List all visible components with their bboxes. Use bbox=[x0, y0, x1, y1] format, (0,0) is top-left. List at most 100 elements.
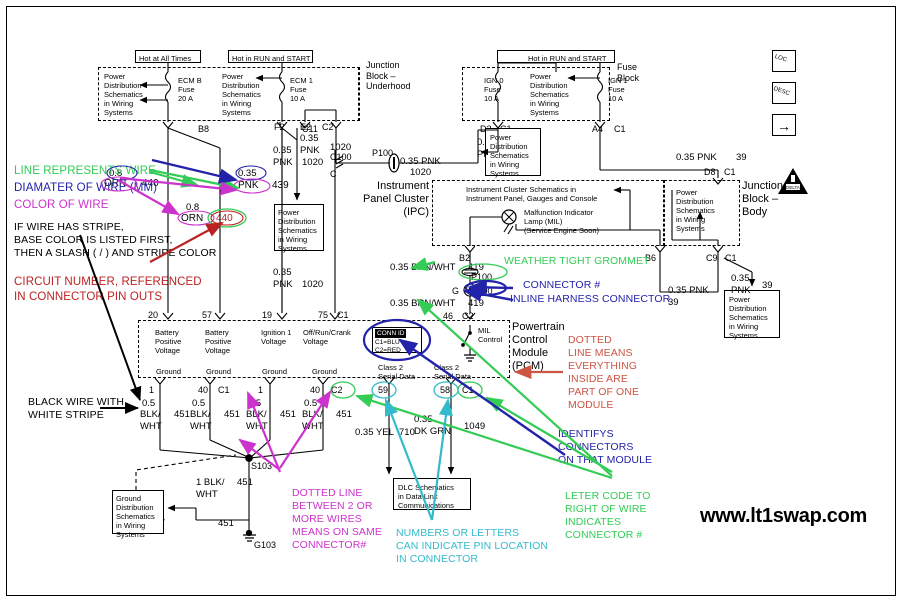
gnd-wire-circuit-3: 451 bbox=[280, 409, 296, 420]
pcm-ground-3: Ground bbox=[262, 367, 288, 376]
connector-g-letter: G bbox=[452, 286, 460, 296]
pd-box-6-text: Power Distribution Schematics in Wiring … bbox=[729, 295, 768, 340]
dlc-schematics-text: DLC Schematics in Data Link Communicatio… bbox=[398, 483, 454, 510]
pin-59: 59 bbox=[378, 385, 389, 395]
annotation-circuit-number: CIRCUIT NUMBER, REFERENCED IN CONNECTOR … bbox=[14, 276, 202, 303]
loc-icon[interactable]: LOC bbox=[772, 50, 796, 72]
annotation-stripe-note: IF WIRE HAS STRIPE, BASE COLOR IS LISTED… bbox=[14, 221, 217, 259]
pin-c1-75: C1 bbox=[337, 310, 349, 320]
hot-in-run-start-right-box: Hot in RUN and START bbox=[497, 50, 615, 63]
connector-p100-top: P100 bbox=[372, 148, 394, 158]
ecm-b-fuse-label: ECM B Fuse 20 A bbox=[178, 76, 202, 103]
pin-f2: F2 bbox=[274, 122, 285, 132]
pin-57: 57 bbox=[202, 310, 213, 320]
wire-circuit-451-gnd: 451 bbox=[218, 518, 234, 529]
gnd-pin-c1: C1 bbox=[218, 385, 230, 395]
arrow-right-icon[interactable]: → bbox=[772, 114, 796, 136]
connector-c100: C100 bbox=[471, 286, 493, 296]
ipc-label: Instrument Panel Cluster (IPC) bbox=[362, 180, 429, 218]
annotation-line-represents-wire: LINE REPRESENTS WIRE bbox=[14, 165, 156, 177]
gnd-pin-c2: C2 bbox=[331, 385, 343, 395]
pin-d8: D8 bbox=[704, 167, 716, 177]
jb-underhood-right-edge bbox=[358, 67, 359, 121]
pin-c9: C9 bbox=[706, 253, 718, 263]
pin-20: 20 bbox=[148, 310, 159, 320]
pd-box-4: Power Distribution Schematics in Wiring … bbox=[274, 204, 324, 253]
pd-box-1-text: Power Distribution Schematics in Wiring … bbox=[104, 72, 143, 117]
pcm-off-run-crank-voltage: Off/Run/Crank Voltage bbox=[303, 328, 351, 346]
annotation-color-of-wire: COLOR OF WIRE bbox=[14, 199, 109, 211]
wire-circuit-419-c2: 419 bbox=[468, 298, 484, 309]
wire-035-pnk-39-b6: 0.35 PNK bbox=[668, 285, 709, 296]
wire-circuit-39-c9: 39 bbox=[762, 280, 773, 291]
annotation-diameter-of-wire: DIAMATER OF WIRE (MM) bbox=[14, 182, 158, 194]
pin-58: 58 bbox=[440, 385, 451, 395]
wire-brnwht-419-c2: 0.35 BRN/WHT bbox=[390, 298, 456, 309]
loc-icon-label: LOC bbox=[773, 53, 788, 64]
pd-box-5-text: Power Distribution Schematics in Wiring … bbox=[490, 133, 529, 178]
desc-icon[interactable]: DESC bbox=[772, 82, 796, 104]
pcm-class2-serial-data-a: Class 2 Serial Data bbox=[378, 363, 416, 381]
conn-id-title: CONN ID bbox=[375, 329, 407, 338]
pin-c1-c9: C1 bbox=[725, 253, 737, 263]
wire-circuit-439: 439 bbox=[272, 180, 289, 191]
pin-c2-top: C2 bbox=[322, 122, 334, 132]
gnd-wire-circuit-1: 451 bbox=[174, 409, 190, 420]
junction-block-body-label: Junction Block – Body bbox=[742, 180, 783, 218]
pcm-mil-control: MIL Control bbox=[478, 326, 503, 344]
gnd-wire-circuit-2: 451 bbox=[224, 409, 240, 420]
gnd-pin-40b: 40 bbox=[310, 385, 321, 395]
connector-p100: P100 bbox=[471, 272, 493, 282]
pcm-ignition-1-voltage: Ignition 1 Voltage bbox=[261, 328, 292, 346]
gnd-wire-color-2: BLK/ WHT bbox=[190, 409, 212, 432]
pd-box-3-text: Power Distribution Schematics in Wiring … bbox=[530, 72, 569, 117]
hot-in-run-start-left-box: Hot in RUN and START bbox=[228, 50, 313, 63]
wiring-diagram-page: Hot at All Times Hot in RUN and START Ho… bbox=[0, 0, 900, 600]
pd-box-7-text: Power Distribution Schematics in Wiring … bbox=[676, 188, 715, 233]
hot-at-all-times-label: Hot at All Times bbox=[139, 53, 192, 63]
gnd-wire-circuit-4: 451 bbox=[336, 409, 352, 420]
pcm-ground-1: Ground bbox=[156, 367, 182, 376]
mil-lamp-label: Malfunction Indicator Lamp (MIL) (Servic… bbox=[524, 208, 600, 235]
ipc-ref-text: Instrument Cluster Schematics in Instrum… bbox=[466, 185, 598, 203]
wire-1-blkwht-451-s103: 1 BLK/ WHT bbox=[196, 477, 225, 500]
wire-circuit-1049: 1049 bbox=[464, 421, 486, 432]
conn-id-box: CONN ID C1=BLU C2=RED bbox=[372, 327, 422, 354]
annotation-identifys-connectors: IDENTIFYS CONNECTORS ON THAT MODULE bbox=[558, 428, 653, 466]
gnd-wire-color-3: BLK/ WHT bbox=[246, 409, 268, 432]
ground-distribution-box: Ground Distribution Schematics in Wiring… bbox=[112, 490, 164, 539]
dlc-schematics-box: DLC Schematics in Data Link Communicatio… bbox=[393, 478, 471, 510]
gnd-pin-40a: 40 bbox=[198, 385, 209, 395]
annotation-connector-number: CONNECTOR # bbox=[523, 279, 601, 291]
ign-1-fuse-label: IGN 1 Fuse 10 A bbox=[608, 76, 628, 103]
gnd-pin-1: 1 bbox=[149, 385, 155, 395]
wire-brnwht-419-b2: 0.35 BRN/WHT bbox=[390, 262, 456, 273]
pin-b8: B8 bbox=[198, 124, 210, 134]
wire-035-pnk-39-c9: 0.35 PNK bbox=[731, 273, 751, 296]
annotation-black-white-stripe: BLACK WIRE WITH WHITE STRIPE bbox=[28, 396, 125, 421]
conn-id-c2-red: C2=RED bbox=[375, 347, 401, 354]
connector-c-letter: C bbox=[330, 169, 337, 179]
wire-color-pnk-e2: PNK bbox=[300, 145, 320, 156]
pcm-ground-4: Ground bbox=[312, 367, 338, 376]
wire-035-dkgrn: 0.35 DK GRN bbox=[414, 414, 451, 437]
wire-circuit-39-a4: 39 bbox=[736, 152, 747, 163]
wire-circuit-440-b: 440 bbox=[216, 213, 233, 224]
pcm-batt-positive-1: Battery Positive Voltage bbox=[155, 328, 182, 355]
wire-gauge-035-pnk-439: 0.35 bbox=[238, 168, 257, 179]
pcm-class2-serial-data-b: Class 2 Serial Data bbox=[434, 363, 472, 381]
wire-color-pnk-bot: PNK bbox=[273, 279, 293, 290]
wire-circuit-710: 710 bbox=[399, 427, 415, 438]
junction-block-underhood-label: Junction Block – Underhood bbox=[366, 60, 411, 91]
watermark-url: www.lt1swap.com bbox=[700, 505, 868, 527]
wire-035-yel: 0.35 YEL bbox=[355, 427, 394, 438]
pcm-ground-2: Ground bbox=[206, 367, 232, 376]
ground-g103-label: G103 bbox=[254, 540, 277, 550]
pin-a4: A4 bbox=[592, 124, 604, 134]
gnd-wire-color-4: BLK/ WHT bbox=[302, 409, 324, 432]
pin-c1-58: C1 bbox=[462, 385, 474, 395]
annotation-letter-code: LETER CODE TO RIGHT OF WIRE INDICATES CO… bbox=[565, 490, 651, 541]
ign-0-fuse-label: IGN 0 Fuse 10 A bbox=[484, 76, 504, 103]
pd-box-4-text: Power Distribution Schematics in Wiring … bbox=[278, 208, 317, 253]
wire-color-pnk-439: PNK bbox=[238, 180, 259, 191]
